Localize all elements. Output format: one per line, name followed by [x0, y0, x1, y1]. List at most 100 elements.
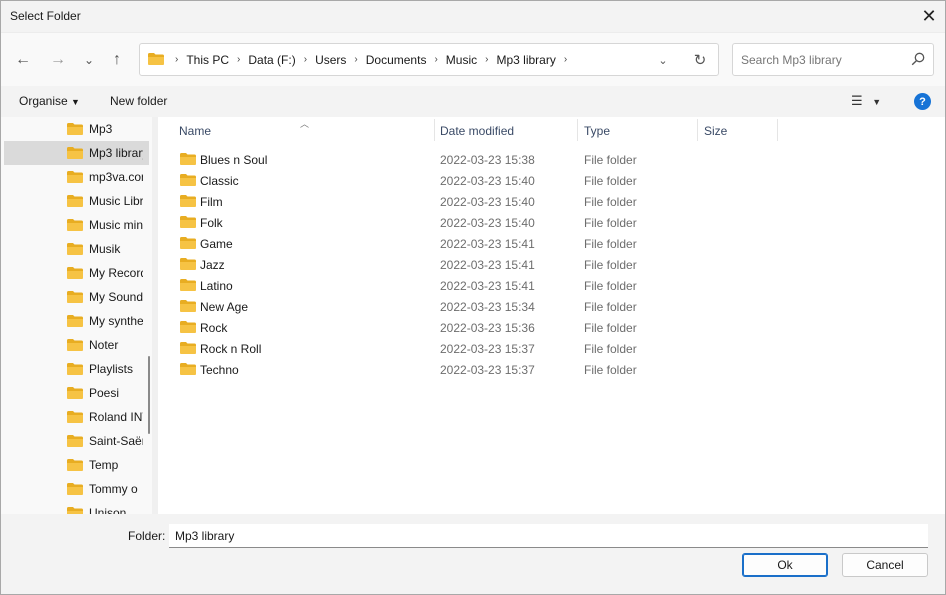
- file-row[interactable]: Latino 2022-03-23 15:41 File folder: [158, 275, 945, 296]
- folder-icon: [180, 342, 196, 354]
- folder-icon: [67, 435, 83, 447]
- sidebar-item[interactable]: Saint-Saëns: [1, 429, 149, 453]
- folder-name-input[interactable]: [169, 524, 928, 548]
- address-dropdown-icon[interactable]: ⌄: [654, 52, 672, 68]
- sidebar-item[interactable]: Musik: [1, 237, 149, 261]
- cancel-button[interactable]: Cancel: [842, 553, 928, 577]
- file-name: Film: [200, 195, 223, 209]
- column-header-size[interactable]: Size: [698, 117, 777, 143]
- sidebar-item-label: Unison: [89, 506, 127, 514]
- folder-icon: [180, 258, 196, 270]
- breadcrumb-item[interactable]: Mp3 library: [491, 53, 560, 67]
- sidebar-item-selected[interactable]: Mp3 library: [4, 141, 149, 165]
- footer-panel: Folder: Ok Cancel: [1, 514, 945, 594]
- up-arrow-icon[interactable]: ↑: [105, 49, 129, 71]
- sidebar-item[interactable]: My synthesizer: [1, 309, 149, 333]
- column-divider[interactable]: [777, 119, 778, 141]
- chevron-right-icon[interactable]: ›: [301, 54, 310, 65]
- file-row[interactable]: Blues n Soul 2022-03-23 15:38 File folde…: [158, 149, 945, 170]
- folder-icon: [180, 321, 196, 333]
- sidebar-item[interactable]: Temp: [1, 453, 149, 477]
- breadcrumb-item[interactable]: Users: [310, 53, 351, 67]
- column-header-label: Name: [179, 124, 212, 138]
- chevron-right-icon[interactable]: ›: [351, 54, 360, 65]
- column-header-date[interactable]: Date modified: [435, 117, 577, 143]
- back-arrow-icon[interactable]: ←: [11, 49, 35, 71]
- navigation-bar: ← → ⌄ ↑ › This PC › Data (F:) › Users › …: [1, 32, 945, 86]
- folder-icon: [67, 459, 83, 471]
- view-options-button[interactable]: ☰ ▼: [851, 93, 881, 109]
- file-name: Game: [200, 237, 233, 251]
- file-type: File folder: [584, 279, 637, 293]
- folder-icon: [67, 123, 83, 135]
- file-date: 2022-03-23 15:38: [440, 153, 535, 167]
- file-type: File folder: [584, 237, 637, 251]
- ok-button[interactable]: Ok: [742, 553, 828, 577]
- file-list: ︿ Name Date modified Type Size Blues n S…: [158, 117, 945, 514]
- list-view-icon: ☰: [851, 93, 863, 108]
- sidebar-item[interactable]: My Sounds: [1, 285, 149, 309]
- sidebar-item[interactable]: mp3va.com: [1, 165, 149, 189]
- file-row[interactable]: Film 2022-03-23 15:40 File folder: [158, 191, 945, 212]
- file-row[interactable]: Folk 2022-03-23 15:40 File folder: [158, 212, 945, 233]
- caret-down-icon: ▼: [71, 97, 80, 107]
- column-header-type[interactable]: Type: [578, 117, 697, 143]
- file-name: New Age: [200, 300, 249, 314]
- file-type: File folder: [584, 363, 637, 377]
- sidebar-item[interactable]: Music mini: [1, 213, 149, 237]
- file-row[interactable]: Rock n Roll 2022-03-23 15:37 File folder: [158, 338, 945, 359]
- breadcrumb-item[interactable]: This PC: [181, 53, 234, 67]
- forward-arrow-icon[interactable]: →: [46, 49, 70, 71]
- sidebar-item-label: Saint-Saëns: [89, 434, 143, 448]
- sidebar-item[interactable]: Roland INT: [1, 405, 149, 429]
- sidebar-item[interactable]: Unison: [1, 501, 149, 514]
- sidebar-item[interactable]: Noter: [1, 333, 149, 357]
- sidebar-item-label: mp3va.com: [89, 170, 143, 184]
- folder-icon: [67, 387, 83, 399]
- sidebar-item[interactable]: Mp3: [1, 117, 149, 141]
- organise-button[interactable]: Organise ▼: [19, 94, 80, 108]
- chevron-right-icon[interactable]: ›: [234, 54, 243, 65]
- sidebar-item[interactable]: Playlists: [1, 357, 149, 381]
- folder-icon: [67, 243, 83, 255]
- refresh-icon[interactable]: ↻: [690, 51, 710, 69]
- chevron-right-icon[interactable]: ›: [172, 54, 181, 65]
- search-input[interactable]: Search Mp3 library: [741, 53, 842, 67]
- file-row[interactable]: Classic 2022-03-23 15:40 File folder: [158, 170, 945, 191]
- file-row[interactable]: New Age 2022-03-23 15:34 File folder: [158, 296, 945, 317]
- chevron-right-icon[interactable]: ›: [561, 54, 570, 65]
- folder-icon: [148, 53, 164, 65]
- folder-icon: [67, 315, 83, 327]
- folder-icon: [180, 363, 196, 375]
- close-icon[interactable]: ✕: [913, 1, 945, 32]
- help-icon[interactable]: ?: [914, 93, 931, 110]
- file-row[interactable]: Game 2022-03-23 15:41 File folder: [158, 233, 945, 254]
- sidebar-item-label: Musik: [89, 242, 121, 256]
- folder-icon: [180, 279, 196, 291]
- file-row[interactable]: Techno 2022-03-23 15:37 File folder: [158, 359, 945, 380]
- file-name: Rock n Roll: [200, 342, 262, 356]
- column-header-name[interactable]: Name: [158, 117, 434, 143]
- recent-locations-chevron-icon[interactable]: ⌄: [77, 49, 101, 71]
- file-row[interactable]: Jazz 2022-03-23 15:41 File folder: [158, 254, 945, 275]
- sidebar-item[interactable]: Tommy o: [1, 477, 149, 501]
- breadcrumb-item[interactable]: Data (F:): [243, 53, 300, 67]
- file-row[interactable]: Rock 2022-03-23 15:36 File folder: [158, 317, 945, 338]
- chevron-right-icon[interactable]: ›: [482, 54, 491, 65]
- sidebar-scrollbar[interactable]: [148, 356, 150, 434]
- breadcrumb-item[interactable]: Music: [441, 53, 482, 67]
- file-date: 2022-03-23 15:40: [440, 174, 535, 188]
- navigation-pane: Mp3 Mp3 library mp3va.com Music Library …: [1, 117, 152, 514]
- sidebar-item[interactable]: My Recordings: [1, 261, 149, 285]
- new-folder-button[interactable]: New folder: [110, 94, 167, 108]
- search-icon[interactable]: [911, 52, 925, 66]
- chevron-right-icon[interactable]: ›: [431, 54, 440, 65]
- file-date: 2022-03-23 15:41: [440, 237, 535, 251]
- breadcrumb-item[interactable]: Documents: [361, 53, 432, 67]
- address-bar[interactable]: › This PC › Data (F:) › Users › Document…: [139, 43, 719, 76]
- sidebar-item[interactable]: Poesi: [1, 381, 149, 405]
- file-name: Jazz: [200, 258, 225, 272]
- sidebar-item[interactable]: Music Library: [1, 189, 149, 213]
- sidebar-item-label: Noter: [89, 338, 119, 352]
- search-box[interactable]: Search Mp3 library: [732, 43, 934, 76]
